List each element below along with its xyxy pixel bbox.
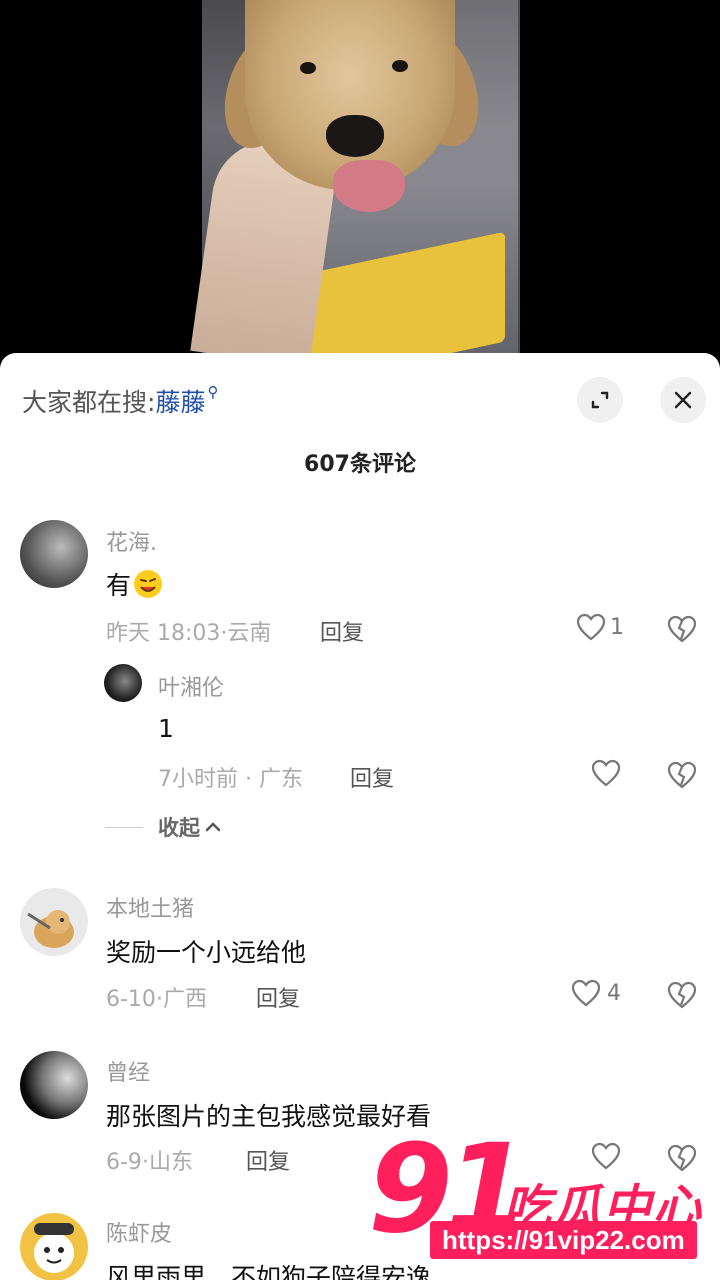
reply-button[interactable]: 回复 <box>256 981 300 1013</box>
reply-text: 1 <box>158 714 174 743</box>
like-button[interactable]: 4 <box>571 979 621 1007</box>
like-count: 1 <box>610 614 624 640</box>
heart-icon <box>576 613 606 641</box>
expand-button[interactable] <box>577 377 623 423</box>
comment-text: 有 <box>106 566 163 602</box>
reply-time: 7小时前 <box>158 767 238 792</box>
dislike-button[interactable] <box>667 615 697 647</box>
comment-meta: 6-10·广西 <box>106 981 207 1013</box>
avatar[interactable] <box>104 664 142 702</box>
comment-author[interactable]: 花海. <box>106 525 157 557</box>
comment-time: 6-10 <box>106 987 156 1012</box>
broken-heart-icon <box>667 761 697 789</box>
trending-search-prefix: 大家都在搜: <box>22 388 156 417</box>
comment-time: 昨天 18:03 <box>106 621 221 646</box>
like-count: 4 <box>607 980 621 1006</box>
doge-sword-icon <box>27 910 74 948</box>
comment-text: 奖励一个小远给他 <box>106 938 307 967</box>
reply-author[interactable]: 叶湘伦 <box>158 670 224 702</box>
comment-region: 广西 <box>162 987 207 1012</box>
comment-text-content: 有 <box>106 571 132 600</box>
comment-meta: 昨天 18:03·云南 <box>106 615 271 647</box>
comment-author[interactable]: 本地土猪 <box>106 891 194 923</box>
reply-button[interactable]: 回复 <box>246 1144 290 1176</box>
avatar[interactable] <box>20 520 88 588</box>
comment-author[interactable]: 陈虾皮 <box>106 1216 172 1248</box>
collapse-replies-button[interactable]: 收起 <box>105 812 222 842</box>
comment-region: 山东 <box>148 1150 193 1175</box>
trending-search-term[interactable]: 藤藤 <box>155 388 205 417</box>
reply-region: 广东 <box>258 767 303 792</box>
comment-author[interactable]: 曾经 <box>106 1055 150 1087</box>
like-button[interactable] <box>591 759 621 787</box>
like-button[interactable]: 1 <box>576 613 624 641</box>
reply-button[interactable]: 回复 <box>320 615 364 647</box>
heart-icon <box>571 979 601 1007</box>
watermark: 91 吃瓜中心 https://91vip22.com <box>368 1128 718 1280</box>
comment-count: 607条评论 <box>304 452 416 477</box>
dislike-button[interactable] <box>667 761 697 793</box>
video-player[interactable] <box>0 0 720 360</box>
dislike-button[interactable] <box>667 981 697 1013</box>
broken-heart-icon <box>667 615 697 643</box>
close-icon <box>674 391 692 409</box>
comment-meta: 6-9·山东 <box>106 1144 193 1176</box>
avatar[interactable] <box>20 1051 88 1119</box>
close-button[interactable] <box>660 377 706 423</box>
comment-region: 云南 <box>227 621 272 646</box>
meta-separator: · <box>238 767 259 792</box>
meta-separator: · <box>155 987 163 1012</box>
expand-icon <box>591 391 609 409</box>
reply-button[interactable]: 回复 <box>350 761 394 793</box>
cartoon-face-icon <box>34 1223 74 1273</box>
dog-eye-right <box>392 60 408 72</box>
comment-time: 6-9 <box>106 1150 142 1175</box>
heart-icon <box>591 759 621 787</box>
collapse-label: 收起 <box>158 816 200 840</box>
chevron-up-icon <box>205 822 221 832</box>
trending-search[interactable]: 大家都在搜:藤藤 ⚲ <box>22 383 218 419</box>
watermark-url: https://91vip22.com <box>430 1221 697 1259</box>
wink-emoji-icon <box>134 570 163 598</box>
search-icon: ⚲ <box>207 383 219 401</box>
reply-meta: 7小时前 · 广东 <box>158 761 303 793</box>
broken-heart-icon <box>667 981 697 1009</box>
avatar[interactable] <box>20 888 88 956</box>
dog-tongue <box>333 160 405 212</box>
divider-line <box>105 826 143 828</box>
dog-eye-left <box>300 62 316 74</box>
meta-separator: · <box>141 1150 149 1175</box>
avatar[interactable] <box>20 1213 88 1280</box>
dog-nose <box>326 115 384 157</box>
